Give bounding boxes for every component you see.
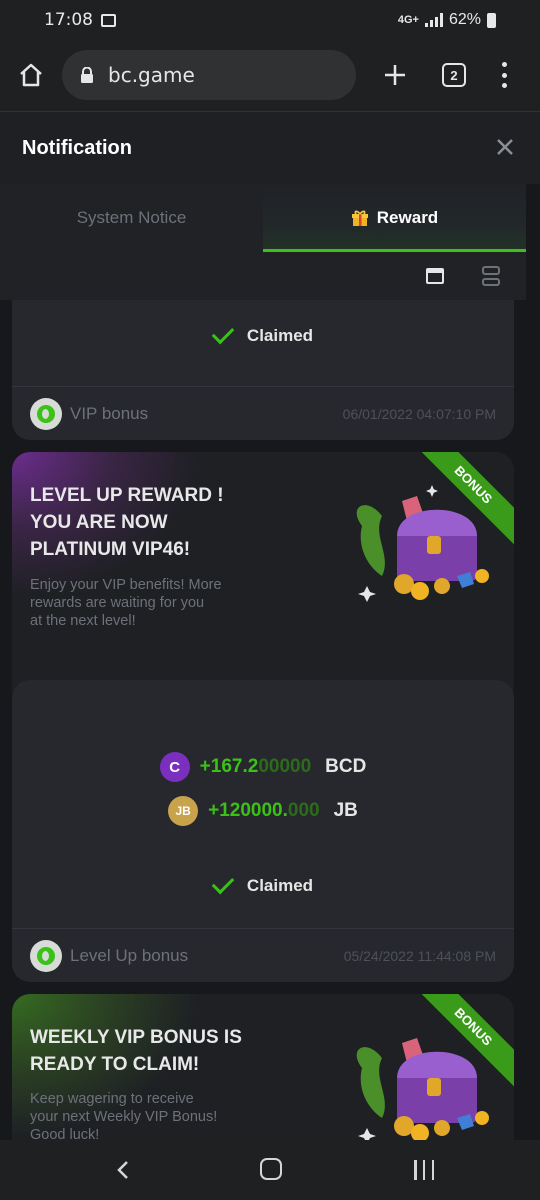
tab-label: Reward bbox=[376, 208, 439, 227]
address-bar[interactable]: bc.game bbox=[62, 50, 356, 100]
close-icon[interactable] bbox=[496, 138, 514, 156]
desc-line: Enjoy your VIP benefits! More bbox=[30, 577, 222, 593]
tab-label: System Notice bbox=[76, 208, 187, 227]
list-view-icon[interactable] bbox=[482, 266, 500, 286]
modal-title: Notification bbox=[22, 136, 132, 159]
card-footer: VIP bonus 06/01/2022 04:07:10 PM bbox=[12, 386, 514, 440]
lock-icon bbox=[81, 67, 93, 83]
claimed-label: Claimed bbox=[246, 326, 314, 345]
check-icon bbox=[211, 321, 235, 345]
bc-logo-icon bbox=[30, 397, 62, 430]
url-text: bc.game bbox=[108, 63, 195, 87]
desc-line: your next Weekly VIP Bonus! bbox=[30, 1109, 218, 1125]
tab-bar: System Notice Reward bbox=[0, 184, 540, 252]
view-toggle-bar bbox=[0, 252, 526, 300]
bonus-type: VIP bonus bbox=[70, 403, 149, 423]
timestamp: 05/24/2022 11:44:08 PM bbox=[343, 947, 496, 964]
timestamp: 06/01/2022 04:07:10 PM bbox=[342, 405, 496, 422]
system-nav-bar bbox=[0, 1140, 540, 1200]
currency-label: JB bbox=[333, 800, 358, 821]
amount-row-jb: JB +120000. 000 JB bbox=[168, 789, 358, 833]
banner-description: Keep wagering to receive your next Weekl… bbox=[30, 1090, 270, 1140]
desc-line: rewards are waiting for you bbox=[30, 595, 205, 611]
notification-card: C +167.2 00000 BCD JB +120000. 000 JB Clai… bbox=[12, 680, 514, 982]
image-notification-icon bbox=[101, 13, 116, 27]
home-button-icon[interactable] bbox=[260, 1158, 282, 1180]
card-footer: Level Up bonus 05/24/2022 11:44:08 PM bbox=[12, 928, 514, 982]
recent-apps-icon[interactable] bbox=[414, 1160, 434, 1180]
banner-title: WEEKLY VIP BONUS IS READY TO CLAIM! bbox=[30, 1024, 290, 1078]
claimed-status: Claimed bbox=[12, 871, 514, 896]
bcd-coin-icon: C bbox=[159, 752, 190, 782]
reward-amounts: C +167.2 00000 BCD JB +120000. 000 JB bbox=[12, 745, 514, 833]
tab-system-notice[interactable]: System Notice bbox=[0, 184, 263, 252]
claimed-label: Claimed bbox=[246, 876, 314, 895]
gift-icon bbox=[351, 210, 368, 226]
desc-line: Keep wagering to receive bbox=[30, 1091, 194, 1107]
notification-modal: Notification System Notice Reward Claime… bbox=[0, 112, 540, 1140]
bonus-type: Level Up bonus bbox=[70, 945, 189, 965]
title-line: LEVEL UP REWARD ! bbox=[30, 485, 224, 506]
status-bar: 17:08 4G+ 62% bbox=[0, 0, 540, 40]
browser-toolbar: bc.game 2 bbox=[0, 40, 540, 112]
amount-row-bcd: C +167.2 00000 BCD bbox=[159, 745, 367, 789]
home-icon[interactable] bbox=[18, 62, 44, 88]
notification-card: Claimed VIP bonus 06/01/2022 04:07:10 PM bbox=[12, 300, 514, 440]
jb-coin-icon: JB bbox=[168, 796, 199, 826]
status-right: 4G+ 62% bbox=[398, 11, 496, 29]
back-icon[interactable] bbox=[116, 1160, 130, 1180]
tab-switcher-button[interactable]: 2 bbox=[442, 63, 466, 87]
notification-list: Claimed VIP bonus 06/01/2022 04:07:10 PM… bbox=[0, 300, 526, 1140]
bc-logo-icon bbox=[30, 939, 62, 972]
title-line: PLATINUM VIP46! bbox=[30, 539, 191, 560]
amount-decimals: 000 bbox=[287, 800, 320, 821]
currency-label: BCD bbox=[325, 756, 367, 777]
status-time: 17:08 bbox=[44, 10, 93, 30]
signal-icon bbox=[424, 13, 443, 27]
title-line: READY TO CLAIM! bbox=[30, 1054, 200, 1075]
banner-title: LEVEL UP REWARD ! YOU ARE NOW PLATINUM V… bbox=[30, 482, 290, 563]
desc-line: at the next level! bbox=[30, 613, 136, 629]
desc-line: Good luck! bbox=[30, 1127, 100, 1140]
check-icon bbox=[211, 871, 235, 895]
amount-decimals: 00000 bbox=[258, 756, 312, 777]
amount-value: +167.2 bbox=[199, 756, 259, 777]
network-type: 4G+ bbox=[397, 14, 419, 26]
weekly-bonus-banner: WEEKLY VIP BONUS IS READY TO CLAIM! Keep… bbox=[12, 994, 514, 1140]
browser-menu-icon[interactable] bbox=[498, 62, 510, 88]
banner-description: Enjoy your VIP benefits! More rewards ar… bbox=[30, 576, 270, 630]
tab-reward[interactable]: Reward bbox=[263, 184, 526, 252]
claimed-status: Claimed bbox=[12, 321, 514, 346]
title-line: YOU ARE NOW bbox=[30, 512, 168, 533]
tab-count: 2 bbox=[450, 67, 458, 83]
amount-value: +120000. bbox=[208, 800, 288, 821]
card-view-icon[interactable] bbox=[426, 268, 444, 284]
battery-percent: 62% bbox=[448, 11, 481, 28]
level-up-banner: LEVEL UP REWARD ! YOU ARE NOW PLATINUM V… bbox=[12, 452, 514, 692]
battery-icon bbox=[487, 12, 496, 28]
title-line: WEEKLY VIP BONUS IS bbox=[30, 1027, 242, 1048]
new-tab-icon[interactable] bbox=[382, 62, 408, 88]
modal-header: Notification bbox=[0, 112, 540, 184]
